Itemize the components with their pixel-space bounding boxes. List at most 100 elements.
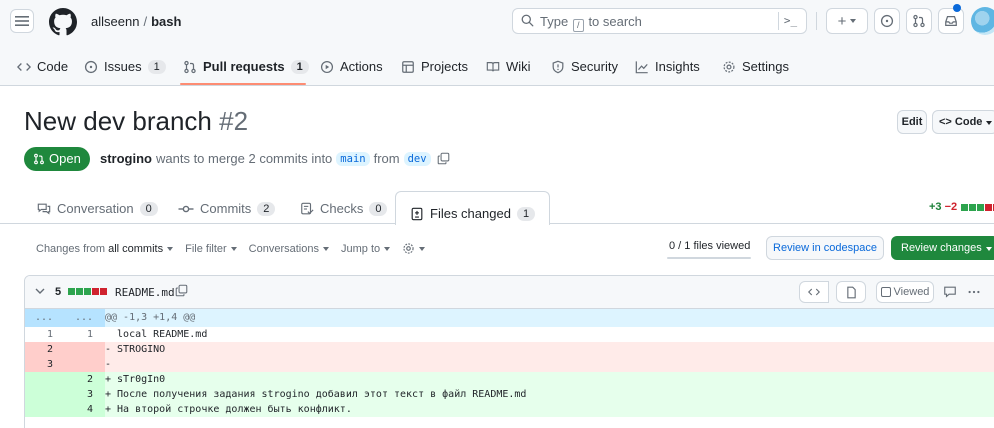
diff-addition-row: 3 + После получения задания strogino доб… [25,387,994,402]
command-palette-icon[interactable]: >_ [778,12,802,30]
hunk-header-row: ... ... @@ -1,3 +1,4 @@ [25,309,994,327]
tab-conversation[interactable]: Conversation 0 [37,201,158,216]
git-pull-request-icon [34,153,44,165]
tab-files-changed[interactable]: Files changed 1 [395,191,551,225]
author-link[interactable]: strogino [100,151,152,166]
diff-deletion-row: 2 - STROGINO [25,342,994,357]
graph-icon [635,60,649,74]
old-line-number[interactable]: 3 [25,357,65,372]
nav-item-actions[interactable]: Actions [320,59,383,74]
github-logo-icon[interactable] [49,8,77,36]
from-text: from [373,151,400,166]
pr-tabs: Conversation 0 Commits 2 Checks 0 Files … [0,191,994,225]
issues-button[interactable] [874,8,900,34]
file-name-link[interactable]: README.md [115,286,175,299]
create-new-button[interactable]: + [826,8,868,34]
chevron-down-icon [323,246,329,251]
tab-commits[interactable]: Commits 2 [178,201,276,216]
repo-breadcrumb: allseenn / bash [91,14,181,29]
nav-item-label: Security [571,59,618,74]
new-line-number [65,342,105,357]
code-icon [808,288,820,296]
nav-item-security[interactable]: Security [551,59,618,74]
old-line-number[interactable]: 2 [25,342,65,357]
source-diff-button[interactable] [799,281,829,303]
copy-icon[interactable] [437,152,450,165]
book-icon [486,60,500,74]
nav-item-pull-requests[interactable]: Pull requests 1 [183,59,309,74]
diff-line-code: + sTr0gIn0 [105,374,166,385]
git-pull-request-icon [183,60,197,74]
diff-line-code: + После получения задания strogino добав… [105,389,527,400]
kebab-horizontal-icon[interactable] [967,285,981,299]
chevron-down-icon [419,246,426,251]
code-dropdown-button[interactable]: <> Code [932,110,994,134]
issue-opened-icon [880,14,894,28]
issues-counter: 1 [147,59,166,74]
nav-item-label: Issues [104,59,142,74]
new-line-number[interactable]: 4 [65,402,105,417]
diff-line-code: local README.md [105,329,208,340]
jump-to-dropdown[interactable]: Jump to [341,242,391,255]
new-line-number[interactable]: 2 [65,372,105,387]
file-filter-dropdown[interactable]: File filter [185,243,237,255]
nav-item-projects[interactable]: Projects [401,59,468,74]
new-line-number[interactable]: ... [65,309,105,327]
jump-to-label: Jump to [341,242,381,255]
copy-icon[interactable] [175,284,188,297]
repo-owner-link[interactable]: allseenn [91,14,139,29]
viewed-label: Viewed [893,286,930,298]
deletions-count: −2 [944,201,958,213]
tab-counter: 0 [139,201,158,216]
notifications-button[interactable] [938,8,964,34]
changes-from-dropdown[interactable]: Changes from all commits [36,243,174,255]
repo-name-link[interactable]: bash [151,14,181,29]
viewed-checkbox[interactable]: Viewed [876,281,934,303]
diffstat-block [985,203,993,211]
diffstat-block [68,288,75,295]
nav-item-issues[interactable]: Issues 1 [84,59,166,74]
diffstat-block [76,288,83,295]
nav-item-settings[interactable]: Settings [722,59,789,74]
edit-button[interactable]: Edit [897,110,927,134]
diffstat-block [100,288,107,295]
tab-counter: 2 [257,201,276,216]
plus-icon: + [837,12,847,30]
base-branch[interactable]: main [336,151,370,166]
review-in-codespace-button[interactable]: Review in codespace [766,236,884,260]
rich-diff-button[interactable] [836,281,866,303]
nav-item-wiki[interactable]: Wiki [486,59,531,74]
head-branch[interactable]: dev [403,151,431,166]
slash-key-hint: / [572,19,584,32]
diff-settings-dropdown[interactable] [402,242,426,255]
diff-addition-row: 2 + sTr0gIn0 [25,372,994,387]
nav-item-code[interactable]: Code [17,59,68,74]
comment-icon[interactable] [943,285,957,299]
old-line-number[interactable]: ... [25,309,65,327]
tab-checks[interactable]: Checks 0 [300,201,388,216]
review-changes-button[interactable]: Review changes [891,236,994,260]
chevron-down-icon[interactable] [35,287,45,295]
diff-context-row: 1 1 local README.md [25,327,994,342]
page-title: New dev branch #2 [24,106,248,137]
new-line-number[interactable]: 3 [65,387,105,402]
chevron-down-icon [167,246,174,251]
files-viewed-counter: 0 / 1 files viewed [669,240,751,252]
nav-item-insights[interactable]: Insights [635,59,700,74]
menu-button[interactable] [10,9,34,33]
review-changes-label: Review changes [901,242,982,254]
pull-requests-button[interactable] [906,8,932,34]
conversations-dropdown[interactable]: Conversations [249,243,329,255]
pull-requests-counter: 1 [290,59,309,74]
new-line-number[interactable]: 1 [65,327,105,342]
checklist-icon [300,202,314,216]
search-placeholder: Type / to search [540,14,642,32]
old-line-number[interactable]: 1 [25,327,65,342]
pr-number: #2 [219,106,249,136]
gear-icon [403,243,414,254]
additions-count: +3 [929,201,942,213]
old-line-number [25,402,65,417]
search-input[interactable]: Type / to search >_ [512,8,807,34]
old-line-number [25,387,65,402]
avatar[interactable] [971,7,994,35]
